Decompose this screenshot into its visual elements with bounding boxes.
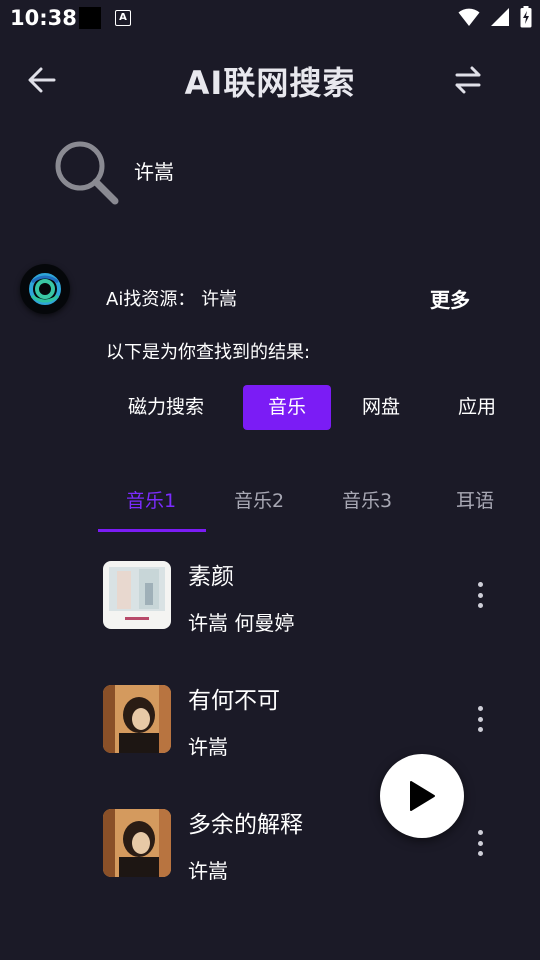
- song-artist: 许嵩: [188, 859, 228, 883]
- album-cover-art: [103, 561, 171, 629]
- signal-icon: [491, 8, 509, 26]
- album-cover-art: [103, 809, 171, 877]
- song-artist: 许嵩: [188, 735, 228, 759]
- more-options-icon[interactable]: [466, 579, 494, 611]
- tab-music-2[interactable]: 音乐2: [234, 486, 284, 513]
- more-options-icon[interactable]: [466, 703, 494, 735]
- play-button[interactable]: [380, 754, 464, 838]
- search-input[interactable]: [134, 158, 434, 182]
- tab-music-1[interactable]: 音乐1: [126, 486, 176, 513]
- ai-query-label: Ai找资源：: [106, 289, 196, 310]
- status-icons: [458, 6, 532, 28]
- category-apps[interactable]: 应用: [458, 385, 494, 430]
- play-icon: [410, 781, 435, 811]
- album-cover: [103, 561, 171, 629]
- search-icon[interactable]: [50, 136, 122, 208]
- status-time: 10:38: [10, 6, 77, 30]
- search-row: [0, 130, 540, 210]
- switch-button[interactable]: [450, 62, 486, 98]
- ai-logo-icon: [29, 273, 61, 305]
- ai-avatar: [20, 264, 70, 314]
- tab-music-3[interactable]: 音乐3: [342, 486, 392, 513]
- battery-charging-icon: [520, 6, 532, 28]
- tab-indicator: [98, 529, 206, 532]
- status-bar: 10:38 A: [0, 0, 540, 36]
- song-item[interactable]: 有何不可 许嵩: [0, 685, 540, 785]
- ai-query-value: 许嵩: [201, 289, 238, 310]
- notification-a-icon: A: [115, 10, 131, 26]
- song-artist: 许嵩 何曼婷: [188, 611, 295, 635]
- notification-square-icon: [79, 7, 101, 29]
- album-cover: [103, 809, 171, 877]
- screen: 10:38 A AI联网搜索 许嵩 Ai找资源： 许嵩 更多 以下是为你查找到的…: [0, 0, 540, 960]
- result-intro: 以下是为你查找到的结果:: [106, 342, 311, 363]
- ai-query: Ai找资源： 许嵩: [106, 285, 237, 311]
- tab-row: 音乐1 音乐2 音乐3 耳语: [98, 470, 498, 532]
- swap-arrows-icon: [455, 66, 481, 94]
- album-cover-art: [103, 685, 171, 753]
- song-title: 有何不可: [188, 688, 280, 714]
- category-magnet-search[interactable]: 磁力搜索: [128, 385, 204, 430]
- album-cover: [103, 685, 171, 753]
- song-item[interactable]: 多余的解释 许嵩: [0, 809, 540, 909]
- more-options-icon[interactable]: [466, 827, 494, 859]
- app-header: AI联网搜索: [0, 50, 540, 108]
- category-music[interactable]: 音乐: [243, 385, 331, 430]
- song-title: 多余的解释: [188, 812, 303, 838]
- category-netdisk[interactable]: 网盘: [362, 385, 400, 430]
- song-title: 素颜: [188, 564, 234, 590]
- song-item[interactable]: 素颜 许嵩 何曼婷: [0, 561, 540, 661]
- tab-whisper[interactable]: 耳语: [456, 486, 494, 513]
- more-link[interactable]: 更多: [430, 284, 470, 313]
- wifi-icon: [458, 8, 480, 26]
- category-row: 磁力搜索 音乐 网盘 应用: [106, 385, 494, 431]
